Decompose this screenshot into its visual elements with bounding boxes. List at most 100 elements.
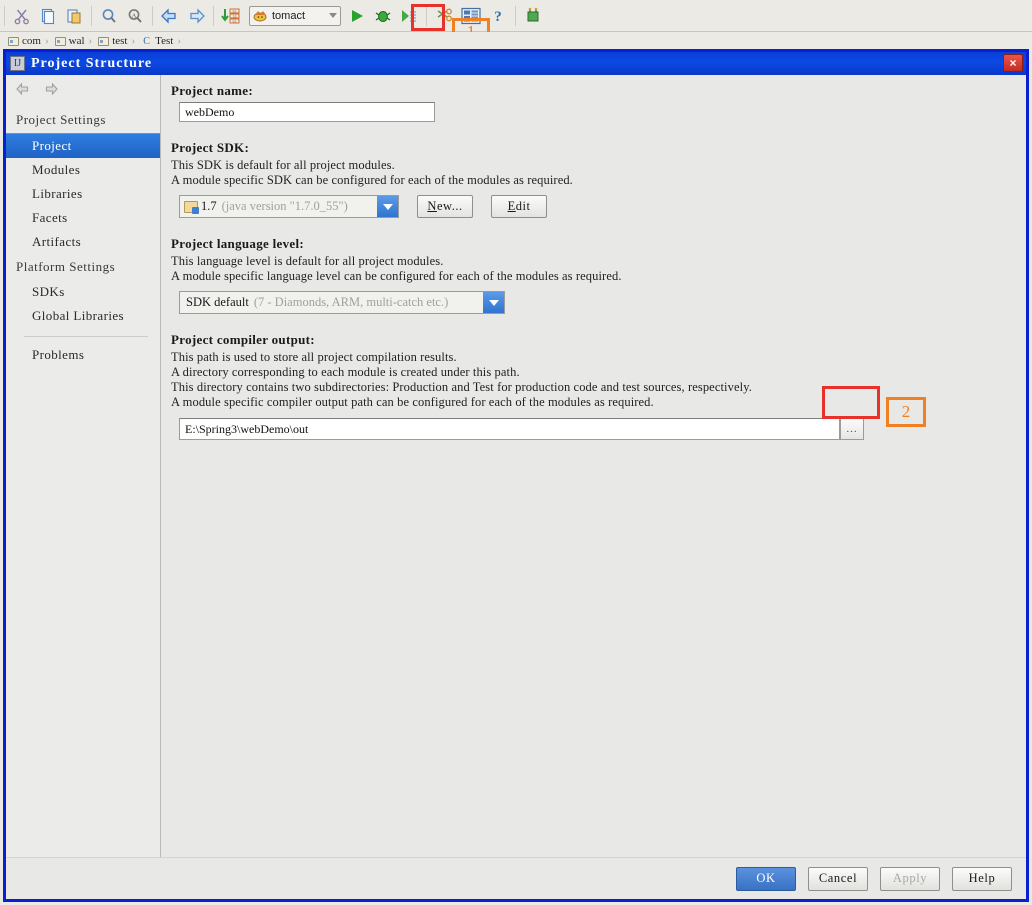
run-configuration-label: tomact <box>272 9 306 22</box>
sidebar-group-project-settings: Project Settings <box>16 112 106 127</box>
cancel-button[interactable]: Cancel <box>808 866 868 891</box>
run-button[interactable] <box>345 4 369 28</box>
ide-toolbar: A 01 10 01 tomact ? <box>0 0 1032 32</box>
forward-icon[interactable] <box>184 4 208 28</box>
project-sdk-desc-1: This SDK is default for all project modu… <box>171 158 395 172</box>
run-configuration-selector[interactable]: tomact <box>249 5 341 26</box>
compiler-output-desc-2: A directory corresponding to each module… <box>171 365 520 379</box>
project-sdk-desc-2: A module specific SDK can be configured … <box>171 173 573 187</box>
dialog-title: Project Structure <box>31 55 153 71</box>
language-level-value: SDK default <box>186 295 249 309</box>
sidebar-nav-list: Project Settings Project Modules Librari… <box>6 107 160 367</box>
language-level-desc-1: This language level is default for all p… <box>171 254 444 268</box>
find-icon[interactable] <box>97 4 121 28</box>
replace-icon[interactable]: A <box>123 4 147 28</box>
compiler-output-desc-1: This path is used to store all project c… <box>171 350 457 364</box>
language-level-desc-2: A module specific language level can be … <box>171 269 622 283</box>
folder-icon <box>54 36 66 46</box>
sidebar-item-problems[interactable]: Problems <box>6 343 160 367</box>
debug-icon[interactable] <box>371 4 395 28</box>
ok-button[interactable]: OK <box>736 866 796 891</box>
toolbar-separator <box>152 5 153 26</box>
paste-icon[interactable] <box>62 4 86 28</box>
class-icon: C <box>143 35 150 47</box>
project-sdk-value: 1.7 <box>201 199 217 213</box>
project-sdk-label: Project SDK: <box>171 140 250 155</box>
breadcrumb-separator-icon: › <box>88 35 93 47</box>
breadcrumb-label: wal <box>68 35 85 47</box>
close-icon[interactable]: × <box>1003 54 1023 72</box>
chevron-down-icon[interactable] <box>483 292 504 313</box>
dialog-body: Project Settings Project Modules Librari… <box>6 75 1026 863</box>
svg-text:01: 01 <box>232 19 236 23</box>
sidebar-item-global-libraries[interactable]: Global Libraries <box>6 304 160 328</box>
compiler-output-label: Project compiler output: <box>171 332 315 347</box>
cut-icon[interactable] <box>10 4 34 28</box>
sidebar-item-modules[interactable]: Modules <box>6 158 160 182</box>
project-name-input[interactable]: webDemo <box>179 102 435 122</box>
svg-text:10: 10 <box>232 14 236 18</box>
compiler-output-path-input[interactable]: E:\Spring3\webDemo\out <box>179 418 840 440</box>
sdk-folder-icon <box>184 200 199 214</box>
toolbar-separator <box>426 5 427 26</box>
chevron-down-icon[interactable] <box>329 13 337 18</box>
tomcat-icon <box>253 10 267 21</box>
project-structure-dialog: IJ Project Structure × Project Settings … <box>3 49 1029 902</box>
compiler-output-desc-3: This directory contains two subdirectori… <box>171 380 752 394</box>
back-icon[interactable] <box>158 4 182 28</box>
breadcrumb-label: test <box>112 35 128 47</box>
breadcrumb-item-class-test[interactable]: C Test <box>137 34 175 49</box>
toolbar-separator <box>91 5 92 26</box>
breadcrumb-separator-icon: › <box>131 35 136 47</box>
sidebar-item-libraries[interactable]: Libraries <box>6 182 160 206</box>
project-sdk-combobox[interactable]: 1.7 (java version "1.7.0_55") <box>179 195 399 218</box>
back-icon[interactable] <box>16 82 31 96</box>
plugins-icon[interactable] <box>521 4 545 28</box>
project-settings-panel: Project name: webDemo Project SDK: This … <box>161 75 1026 863</box>
help-button[interactable]: Help <box>952 866 1012 891</box>
apply-button: Apply <box>880 866 940 891</box>
sidebar-item-facets[interactable]: Facets <box>6 206 160 230</box>
forward-icon[interactable] <box>43 82 58 96</box>
dialog-footer: OK Cancel Apply Help <box>6 857 1026 899</box>
language-level-combobox[interactable]: SDK default (7 - Diamonds, ARM, multi-ca… <box>179 291 505 314</box>
breadcrumb-item-com[interactable]: com <box>4 34 43 49</box>
settings-icon[interactable] <box>432 4 456 28</box>
browse-output-path-button[interactable]: ... <box>840 418 864 440</box>
svg-text:01: 01 <box>232 9 236 13</box>
sidebar-item-project[interactable]: Project <box>6 133 160 158</box>
new-sdk-button[interactable]: New... <box>417 195 473 218</box>
toolbar-separator <box>515 5 516 26</box>
run-with-coverage-icon[interactable] <box>397 4 421 28</box>
breadcrumb: com › wal › test › C Test › <box>0 32 1032 50</box>
settings-sidebar: Project Settings Project Modules Librari… <box>6 75 161 863</box>
compiler-output-path-value: E:\Spring3\webDemo\out <box>185 421 309 436</box>
chevron-down-icon[interactable] <box>377 196 398 217</box>
project-name-value: webDemo <box>185 104 235 119</box>
breadcrumb-separator-icon: › <box>44 35 49 47</box>
breadcrumb-item-wal[interactable]: wal <box>51 34 87 49</box>
breadcrumb-label: com <box>22 35 41 47</box>
compiler-output-desc-4: A module specific compiler output path c… <box>171 395 654 409</box>
language-level-detail: (7 - Diamonds, ARM, multi-catch etc.) <box>253 295 449 309</box>
folder-icon <box>8 36 19 46</box>
project-sdk-version-detail: (java version "1.7.0_55") <box>221 199 348 213</box>
sidebar-item-artifacts[interactable]: Artifacts <box>6 230 160 254</box>
project-name-label: Project name: <box>171 83 253 98</box>
intellij-icon: IJ <box>10 56 25 71</box>
edit-sdk-button[interactable]: Edit <box>491 195 547 218</box>
project-structure-icon[interactable] <box>458 4 484 28</box>
toolbar-separator <box>4 5 5 26</box>
dialog-title-bar[interactable]: IJ Project Structure × <box>6 52 1026 75</box>
breadcrumb-separator-icon: › <box>177 35 181 47</box>
sidebar-divider <box>24 336 148 337</box>
svg-text:?: ? <box>494 9 502 25</box>
help-icon[interactable]: ? <box>486 4 510 28</box>
folder-icon <box>98 36 110 46</box>
svg-text:A: A <box>132 12 137 19</box>
breadcrumb-item-test[interactable]: test <box>94 34 129 49</box>
compile-icon[interactable]: 01 10 01 <box>219 4 245 28</box>
sidebar-item-sdks[interactable]: SDKs <box>6 280 160 304</box>
copy-icon[interactable] <box>36 4 60 28</box>
sidebar-nav-arrows <box>6 75 160 103</box>
